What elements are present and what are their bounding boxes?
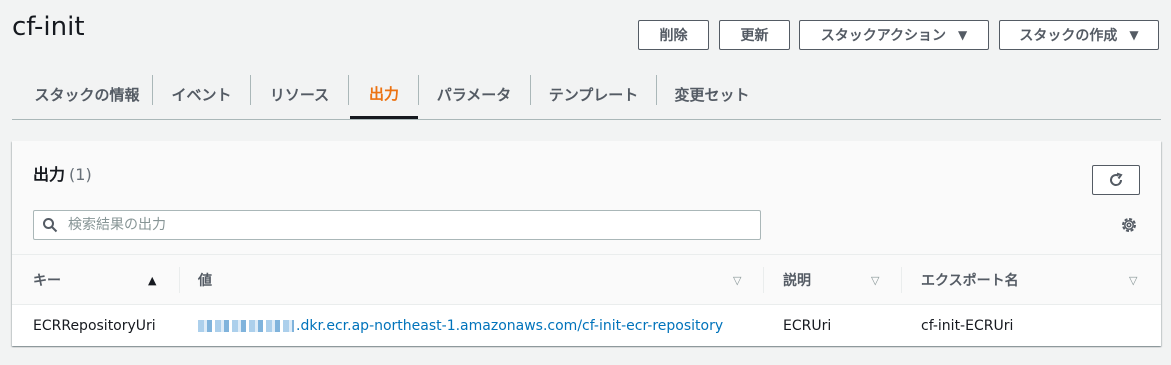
column-divider	[901, 267, 902, 293]
cell-export-name: cf-init-ECRUri	[921, 317, 1014, 334]
outputs-panel: 出力 (1) 検索結果の出力 キー ▲ 値 ▽ 説明 ▽ エクスポート名 ▽ E…	[12, 141, 1161, 346]
stack-tabs: スタックの情報 イベント リソース 出力 パラメータ テンプレート 変更セット	[12, 70, 1161, 120]
cell-value: .dkr.ecr.ap-northeast-1.amazonaws.com/cf…	[198, 305, 723, 346]
tab-stack-info[interactable]: スタックの情報	[22, 70, 152, 119]
tab-label: テンプレート	[548, 86, 639, 104]
tab-change-sets[interactable]: 変更セット	[657, 70, 767, 119]
sort-desc-icon[interactable]: ▽	[733, 274, 741, 287]
table-header-row: キー ▲ 値 ▽ 説明 ▽ エクスポート名 ▽	[12, 255, 1161, 305]
stack-actions-label: スタックアクション	[820, 28, 947, 44]
sort-desc-icon[interactable]: ▽	[1129, 274, 1137, 287]
gear-icon[interactable]	[1120, 216, 1138, 234]
column-divider	[179, 267, 180, 293]
tab-label: 出力	[368, 84, 399, 103]
tab-divider	[348, 75, 349, 105]
column-header-description[interactable]: 説明	[783, 255, 811, 305]
delete-button[interactable]: 削除	[638, 20, 709, 50]
column-header-export-name[interactable]: エクスポート名	[921, 255, 1019, 305]
column-header-label: エクスポート名	[921, 273, 1019, 289]
column-header-label: 説明	[783, 273, 811, 289]
tab-label: スタックの情報	[34, 86, 140, 104]
update-button-label: 更新	[740, 28, 769, 44]
create-stack-label: スタックの作成	[1019, 28, 1118, 44]
stack-detail-page: cf-init 削除 更新 スタックアクション ▼ スタックの作成 ▼ スタック…	[0, 0, 1171, 365]
column-header-key[interactable]: キー	[33, 255, 61, 305]
tab-template[interactable]: テンプレート	[531, 70, 656, 119]
panel-title-text: 出力	[33, 165, 66, 184]
refresh-button[interactable]	[1092, 165, 1140, 195]
create-stack-button[interactable]: スタックの作成 ▼	[999, 20, 1159, 50]
tab-label: リソース	[269, 86, 330, 104]
value-link[interactable]: .dkr.ecr.ap-northeast-1.amazonaws.com/cf…	[296, 318, 723, 334]
tab-resources[interactable]: リソース	[251, 70, 348, 119]
tab-label: パラメータ	[436, 86, 512, 104]
column-header-value[interactable]: 値	[198, 255, 212, 305]
search-input[interactable]	[68, 212, 748, 238]
tab-outputs[interactable]: 出力	[350, 70, 418, 119]
table-row: ECRRepositoryUri .dkr.ecr.ap-northeast-1…	[12, 305, 1161, 346]
panel-title: 出力 (1)	[33, 161, 92, 185]
outputs-panel-header: 出力 (1)	[12, 141, 1161, 255]
refresh-icon	[1110, 172, 1123, 186]
search-box	[33, 210, 761, 240]
tab-label: イベント	[171, 86, 232, 104]
column-header-label: 値	[198, 273, 212, 289]
search-icon	[42, 217, 58, 233]
caret-down-icon: ▼	[958, 28, 968, 42]
column-divider	[763, 267, 764, 293]
tab-label: 変更セット	[674, 86, 750, 104]
cell-description: ECRUri	[783, 317, 832, 334]
update-button[interactable]: 更新	[719, 20, 790, 50]
sort-asc-icon[interactable]: ▲	[148, 274, 156, 287]
delete-button-label: 削除	[659, 28, 688, 44]
page-title: cf-init	[12, 12, 85, 42]
caret-down-icon: ▼	[1129, 28, 1139, 42]
redacted-account-id	[198, 319, 294, 332]
column-header-label: キー	[33, 273, 61, 289]
cell-key: ECRRepositoryUri	[33, 317, 156, 334]
tab-events[interactable]: イベント	[153, 70, 250, 119]
sort-desc-icon[interactable]: ▽	[871, 274, 879, 287]
stack-actions-button[interactable]: スタックアクション ▼	[799, 20, 989, 50]
panel-count: (1)	[69, 165, 92, 184]
tab-parameters[interactable]: パラメータ	[419, 70, 529, 119]
